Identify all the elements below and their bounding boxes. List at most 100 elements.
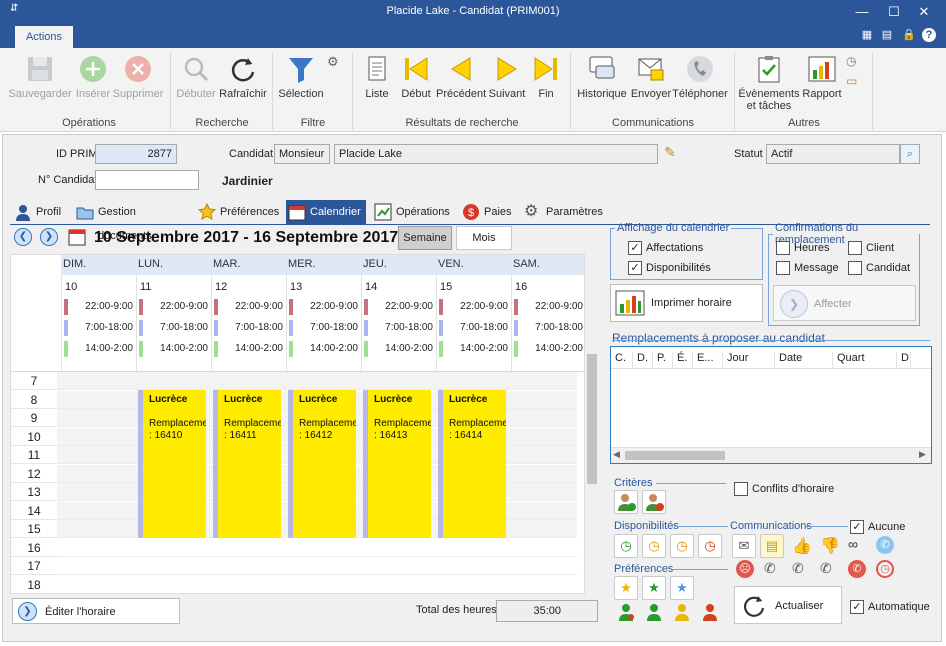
shift-slot[interactable]: 14:00-2:00 [364,341,433,357]
previous-button[interactable]: Précédent [436,54,486,100]
clock-green-icon[interactable]: ◷ [614,534,638,558]
shift-slot[interactable]: 22:00-9:00 [64,299,133,315]
replacements-column-header[interactable]: E... [693,352,723,369]
star-green-icon[interactable]: ★ [642,576,666,600]
conflits-checkbox[interactable]: Conflits d'horaire [734,482,834,496]
lock-icon[interactable]: 🔒 [902,28,916,42]
delete-button[interactable]: Supprimer [112,54,164,100]
star-yellow-icon[interactable]: ★ [614,576,638,600]
pencil-icon[interactable]: ✎ [660,144,680,164]
calendar-event[interactable]: Lucrèce Remplaceme: 16413 [363,390,431,538]
message-checkbox[interactable]: Message [776,261,839,275]
statut-field[interactable]: Actif [766,144,900,164]
voicemail-icon[interactable]: ∞ [848,536,858,552]
person-heart-icon[interactable] [616,602,636,622]
replacements-column-header[interactable]: Date [775,352,833,369]
start-search-button[interactable]: Débuter [175,54,217,100]
day-column[interactable]: 14 22:00-9:00 7:00-18:00 14:00-2:00 [361,275,436,371]
angry-face-icon[interactable]: ☹ [736,560,754,578]
shift-slot[interactable]: 22:00-9:00 [214,299,283,315]
actualiser-button[interactable]: Actualiser [734,586,842,624]
shift-slot[interactable]: 7:00-18:00 [439,320,508,336]
prev-week-icon[interactable]: ❮ [14,228,32,246]
gear-icon[interactable]: ⚙ [327,54,339,70]
shift-slot[interactable]: 14:00-2:00 [214,341,283,357]
day-column[interactable]: 12 22:00-9:00 7:00-18:00 14:00-2:00 [211,275,286,371]
calendar-picker-icon[interactable] [68,228,86,246]
affectations-checkbox[interactable]: ✓ Affectations [628,241,703,255]
time-slot-row[interactable] [57,372,577,390]
aucune-checkbox[interactable]: ✓ Aucune [850,520,905,534]
civility-field[interactable]: Monsieur [274,144,330,164]
shift-slot[interactable]: 14:00-2:00 [139,341,208,357]
phone-dot-icon[interactable]: ✆ [792,560,804,577]
shift-slot[interactable]: 14:00-2:00 [289,341,358,357]
heures-checkbox[interactable]: Heures [776,241,829,255]
tab-parametres[interactable]: ⚙ Paramètres [522,200,608,224]
close-button[interactable]: ✕ [914,3,934,21]
scrollbar-thumb[interactable] [587,354,597,484]
replacements-table[interactable]: C. D. P. É. E... Jour Date Quart D ◀ ▶ [610,346,932,464]
person-block-icon[interactable] [642,490,666,514]
next-button[interactable]: Suivant [488,54,526,100]
shift-slot[interactable]: 7:00-18:00 [139,320,208,336]
clock-yellow-icon[interactable]: ◷ [642,534,666,558]
inbox-icon[interactable]: ▭ [846,74,857,88]
person-red-icon[interactable] [700,602,720,622]
report-button[interactable]: Rapport [802,54,842,100]
candidate-name-field[interactable]: Placide Lake [334,144,658,164]
day-column[interactable]: 13 22:00-9:00 7:00-18:00 14:00-2:00 [286,275,361,371]
affecter-button[interactable]: ❯ Affecter [773,285,916,321]
scroll-left-icon[interactable]: ◀ [613,449,620,460]
disponibilites-checkbox[interactable]: ✓ Disponibilités [628,261,711,275]
shift-slot[interactable]: 22:00-9:00 [439,299,508,315]
calendar-event[interactable]: Lucrèce Remplaceme: 16412 [288,390,356,538]
phone-green-icon[interactable]: ✆ [764,560,776,577]
print-schedule-button[interactable]: Imprimer horaire [610,284,763,322]
selection-button[interactable]: Sélection [276,54,326,100]
next-week-icon[interactable]: ❯ [40,228,58,246]
replacements-column-header[interactable]: Quart [833,352,897,369]
calendar-icon[interactable]: ▤ [880,28,894,42]
thumbs-down-icon[interactable]: 👎 [820,536,840,556]
person-check-icon[interactable] [614,490,638,514]
replacements-column-header[interactable]: É. [673,352,693,369]
day-column[interactable]: 16 22:00-9:00 7:00-18:00 14:00-2:00 [511,275,586,371]
time-slot-row[interactable] [57,538,577,557]
history-button[interactable]: Historique [576,54,628,100]
calendar-event[interactable]: Lucrèce Remplaceme: 16410 [138,390,206,538]
replacements-column-header[interactable]: D. [633,352,653,369]
phone-hangup-icon[interactable]: ✆ [848,560,866,578]
week-view-button[interactable]: Semaine [398,226,452,250]
calendar-event[interactable]: Lucrèce Remplaceme: 16414 [438,390,506,538]
calculator-icon[interactable]: ▦ [860,28,874,42]
send-button[interactable]: Envoyer [630,54,672,100]
refresh-button[interactable]: Rafraîchir [218,54,268,100]
message-icon[interactable]: ▤ [760,534,784,558]
day-column[interactable]: 15 22:00-9:00 7:00-18:00 14:00-2:00 [436,275,511,371]
tab-operations[interactable]: Opérations [372,200,454,224]
first-button[interactable]: Début [398,54,434,100]
minimize-button[interactable]: — [852,3,872,21]
hscroll-thumb[interactable] [625,451,725,460]
phone-button[interactable]: Téléphoner [672,54,728,100]
tab-calendrier[interactable]: Calendrier [286,200,366,224]
calendar-event[interactable]: Lucrèce Remplaceme: 16411 [213,390,281,538]
shift-slot[interactable]: 22:00-9:00 [139,299,208,315]
clock-icon[interactable]: ◷ [846,54,856,68]
id-prim-field[interactable]: 2877 [95,144,177,164]
shift-slot[interactable]: 7:00-18:00 [514,320,583,336]
ribbon-tab-actions[interactable]: Actions [15,26,73,48]
scroll-right-icon[interactable]: ▶ [919,449,926,460]
shift-slot[interactable]: 22:00-9:00 [364,299,433,315]
alarm-icon[interactable]: ◷ [876,560,894,578]
shift-slot[interactable]: 22:00-9:00 [289,299,358,315]
day-column[interactable]: 11 22:00-9:00 7:00-18:00 14:00-2:00 [136,275,211,371]
phone-red-dot-icon[interactable]: ✆ [820,560,832,577]
shift-slot[interactable]: 7:00-18:00 [289,320,358,336]
no-candidat-field[interactable] [95,170,199,190]
search-icon[interactable]: ⌕ [900,144,920,164]
list-button[interactable]: Liste [360,54,394,100]
clock-red-icon[interactable]: ◷ [698,534,722,558]
edit-schedule-button[interactable]: ❯ Éditer l'horaire [12,598,180,624]
